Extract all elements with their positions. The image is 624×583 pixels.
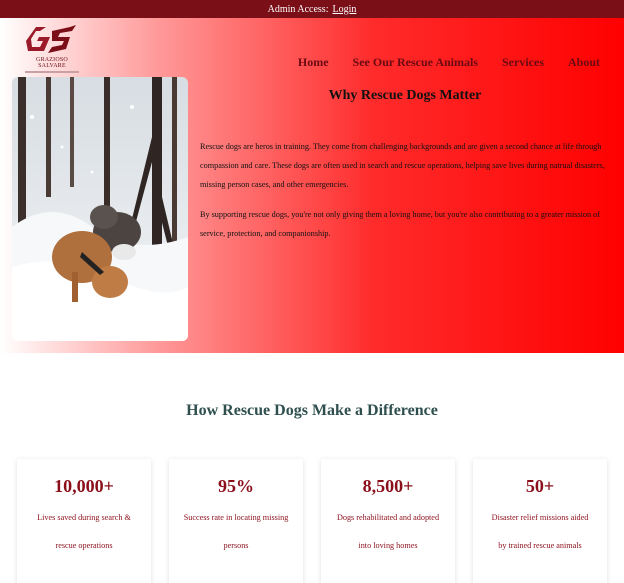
logo-tagline [25,71,79,73]
hero-text: Why Rescue Dogs Matter Rescue dogs are h… [200,88,610,254]
stat-description: Dogs rehabilitated and adopted into lovi… [336,513,440,550]
difference-title: How Rescue Dogs Make a Difference [186,402,438,419]
stat-value: 8,500+ [362,476,414,496]
stat-card: 95% Success rate in locating missing per… [169,459,303,583]
nav-see-our-rescue-animals[interactable]: See Our Rescue Animals [353,55,478,70]
stats-cards: 10,000+ Lives saved during search & resc… [17,459,607,583]
nav-services[interactable]: Services [502,55,544,70]
stat-value: 50+ [525,476,555,496]
hero-paragraph-2: By supporting rescue dogs, you're not on… [200,210,600,238]
stat-description: Disaster relief missions aided by traine… [491,513,589,550]
nav-links: Home See Our Rescue Animals Services Abo… [298,55,600,70]
nav-home[interactable]: Home [298,55,329,70]
nav-about[interactable]: About [568,55,600,70]
hero-title: Why Rescue Dogs Matter [328,88,482,103]
stat-description: Success rate in locating missing persons [183,513,289,550]
stat-card: 50+ Disaster relief missions aided by tr… [473,459,607,583]
difference-section: How Rescue Dogs Make a Difference 10,000… [0,353,624,583]
stat-card: 10,000+ Lives saved during search & resc… [17,459,151,583]
login-link[interactable]: Login [332,4,356,15]
stat-value: 95% [218,476,254,496]
stat-value: 10,000+ [54,476,114,496]
navbar: GRAZIOSO SALVARE Home See Our Rescue Ani… [0,18,624,74]
stat-card: 8,500+ Dogs rehabilitated and adopted in… [321,459,455,583]
admin-access-label: Admin Access: [267,3,329,15]
hero-paragraph-1: Rescue dogs are heros in training. They … [200,142,605,189]
admin-bar: Admin Access: Login [0,0,624,18]
hero-section: GRAZIOSO SALVARE Home See Our Rescue Ani… [0,18,624,353]
logo-name: GRAZIOSO SALVARE [36,57,68,69]
gs-logo-icon [22,23,80,57]
stat-description: Lives saved during search & rescue opera… [37,513,131,550]
rescue-dogs-photo [12,77,188,341]
logo[interactable]: GRAZIOSO SALVARE [22,23,82,75]
